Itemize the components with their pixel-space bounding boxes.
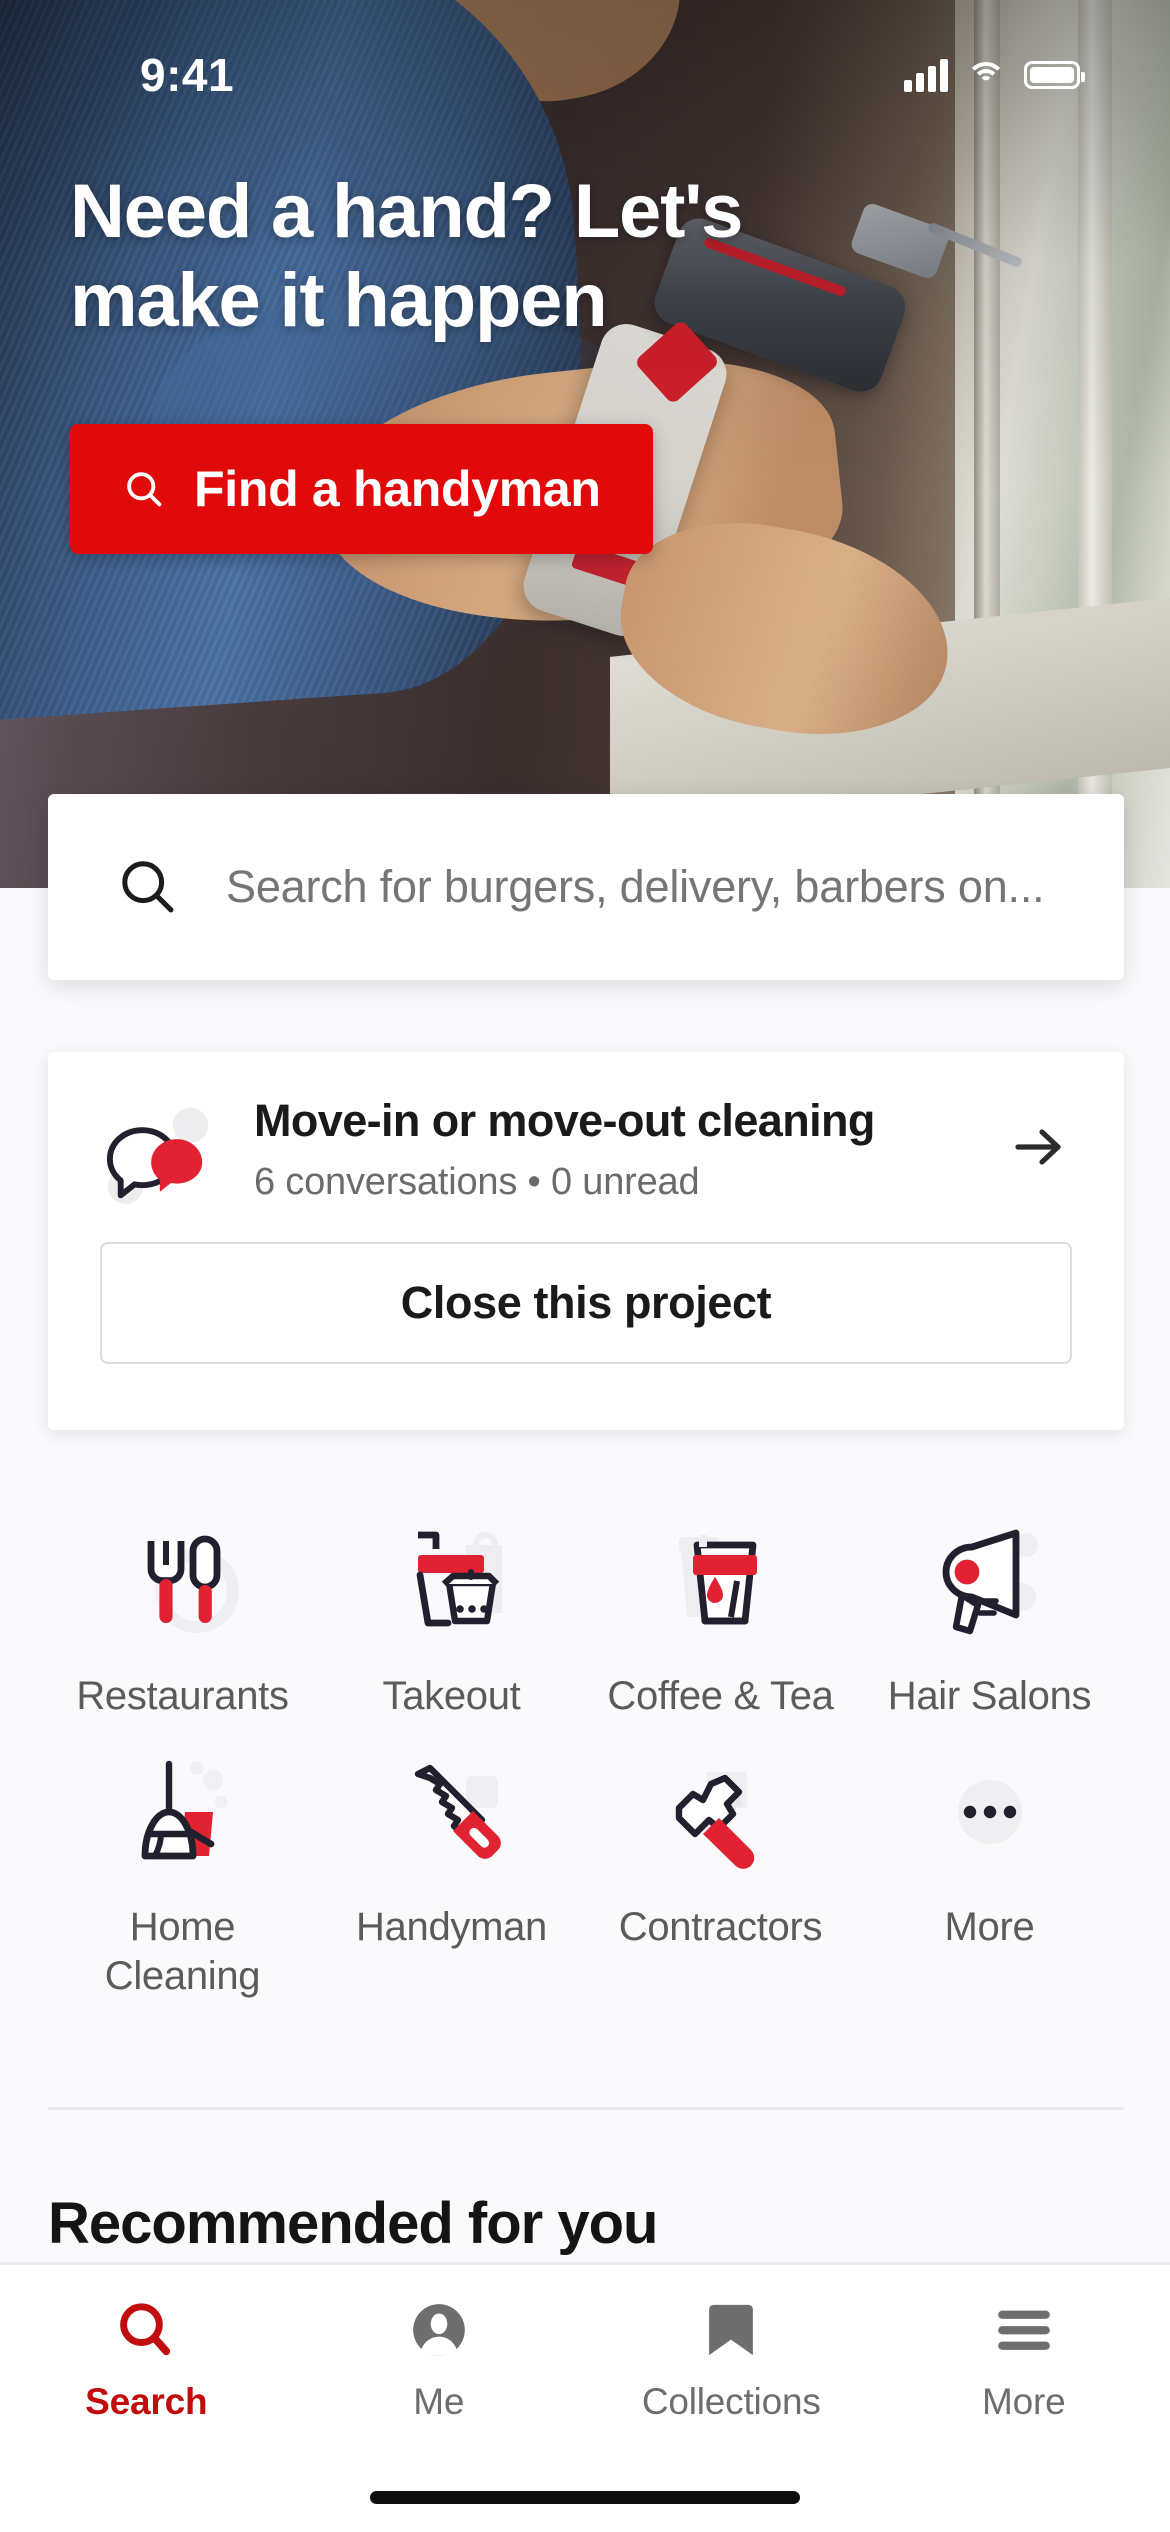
wifi-icon [966,60,1006,90]
category-takeout[interactable]: Takeout [317,1512,586,1721]
category-coffee-tea[interactable]: Coffee & Tea [586,1512,855,1721]
search-bar[interactable]: Search for burgers, delivery, barbers on… [48,794,1124,980]
tab-label: Me [413,2381,465,2422]
search-input-placeholder[interactable]: Search for burgers, delivery, barbers on… [226,861,1045,913]
tab-collections[interactable]: Collections [585,2291,878,2423]
search-icon [127,472,162,507]
category-more[interactable]: More [855,1743,1124,2001]
status-bar: 9:41 [0,0,1170,150]
project-card-texts: Move-in or move-out cleaning 6 conversat… [254,1095,956,1204]
find-a-handyman-button[interactable]: Find a handyman [70,424,653,554]
status-time: 9:41 [140,49,235,101]
category-label: Hair Salons [887,1674,1092,1718]
hair-dryer-icon [915,1512,1065,1662]
tab-search[interactable]: Search [0,2291,293,2423]
person-avatar-icon [408,2291,470,2369]
status-indicators [904,58,1085,92]
category-label: More [944,1904,1035,1949]
ellipsis-icon [915,1743,1065,1893]
tab-more[interactable]: More [878,2291,1170,2423]
project-card-header[interactable]: Move-in or move-out cleaning 6 conversat… [100,1094,1072,1204]
search-icon [122,861,174,913]
fork-knife-icon [108,1512,258,1662]
coffee-cup-icon [646,1512,796,1662]
project-title: Move-in or move-out cleaning [254,1094,875,1146]
category-label: Coffee & Tea [607,1674,834,1718]
chat-bubbles-icon [106,1107,209,1204]
project-meta: 6 conversations • 0 unread [254,1160,700,1203]
category-label: Contractors [618,1904,823,1949]
project-card: Move-in or move-out cleaning 6 conversat… [48,1052,1124,1430]
category-contractors[interactable]: Contractors [586,1743,855,2001]
tab-me[interactable]: Me [293,2291,586,2423]
arrow-right-icon [1015,1128,1061,1165]
find-a-handyman-label: Find a handyman [194,461,601,517]
bookmark-icon [703,2291,759,2369]
recommended-section-title: Recommended for you [48,2191,658,2256]
category-hair-salons[interactable]: Hair Salons [855,1512,1124,1721]
tab-label: Search [85,2381,208,2422]
category-grid: Restaurants Takeout Coffee & Tea Hair Sa… [48,1512,1124,2000]
home-indicator [370,2491,800,2504]
close-this-project-button[interactable]: Close this project [100,1242,1072,1364]
category-handyman[interactable]: Handyman [317,1743,586,2001]
category-restaurants[interactable]: Restaurants [48,1512,317,1721]
category-label: Home Cleaning [104,1904,261,1998]
battery-icon [1024,61,1085,89]
tab-label: More [982,2381,1066,2422]
hammer-icon [646,1743,796,1893]
hero-headline: Need a hand? Let's make it happen [70,169,743,343]
hamburger-menu-icon [993,2291,1055,2369]
broom-dustpan-icon [108,1743,258,1893]
project-open-arrow[interactable] [992,1113,1072,1186]
category-label: Handyman [355,1904,548,1949]
category-home-cleaning[interactable]: Home Cleaning [48,1743,317,2001]
takeout-box-icon [377,1512,527,1662]
handsaw-icon [377,1743,527,1893]
category-label: Takeout [382,1674,521,1718]
category-label: Restaurants [76,1674,289,1718]
app-screen: 9:41 Need a hand? Let's make it happen F… [0,0,1170,2532]
search-icon [114,2291,178,2369]
section-divider [48,2107,1124,2110]
tab-label: Collections [641,2381,821,2422]
signal-bars-icon [904,58,948,92]
